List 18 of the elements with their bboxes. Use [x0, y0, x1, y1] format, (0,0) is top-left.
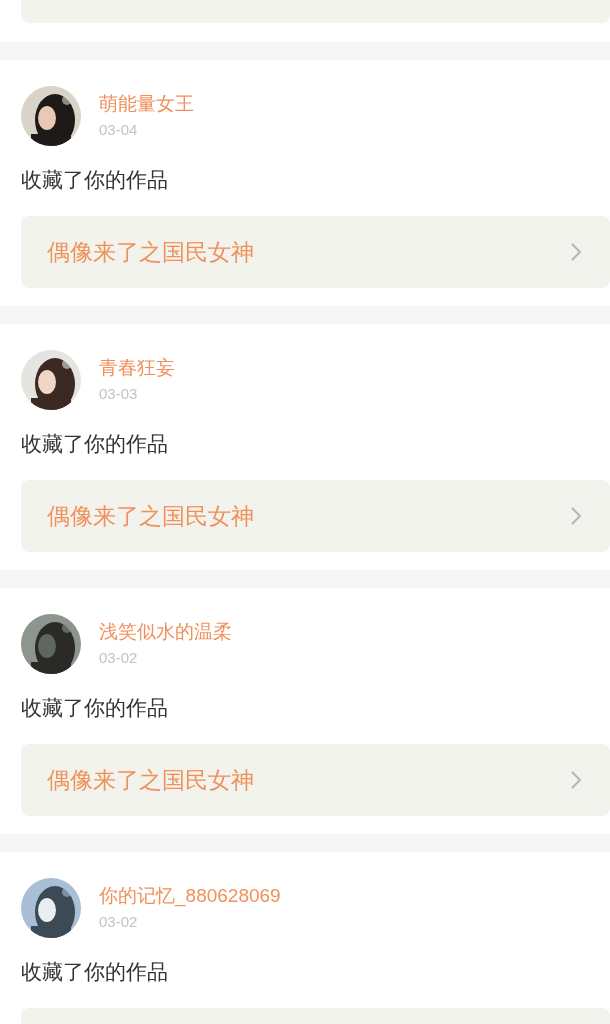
work-link[interactable]: 偶像来了之国民女神	[21, 480, 610, 552]
action-text: 收藏了你的作品	[21, 167, 169, 193]
chevron-right-icon	[570, 506, 582, 526]
date: 03-02	[99, 648, 139, 668]
action-text: 收藏了你的作品	[21, 695, 169, 721]
chevron-right-icon	[570, 242, 582, 262]
work-link[interactable]: 偶像来了之国民女神	[21, 216, 610, 288]
user-name[interactable]: 浅笑似水的温柔	[99, 620, 232, 644]
date: 03-02	[99, 912, 139, 932]
date: 03-04	[99, 120, 139, 140]
user-name[interactable]: 你的记忆_880628069	[99, 884, 281, 908]
work-link[interactable]: 偶像来了之国民女神	[21, 744, 610, 816]
date: 03-03	[99, 384, 139, 404]
user-name[interactable]: 青春狂妄	[99, 356, 175, 380]
chevron-right-icon	[570, 770, 582, 790]
action-text: 收藏了你的作品	[21, 959, 169, 985]
action-text: 收藏了你的作品	[21, 431, 169, 457]
user-name[interactable]: 萌能量女王	[99, 92, 194, 116]
